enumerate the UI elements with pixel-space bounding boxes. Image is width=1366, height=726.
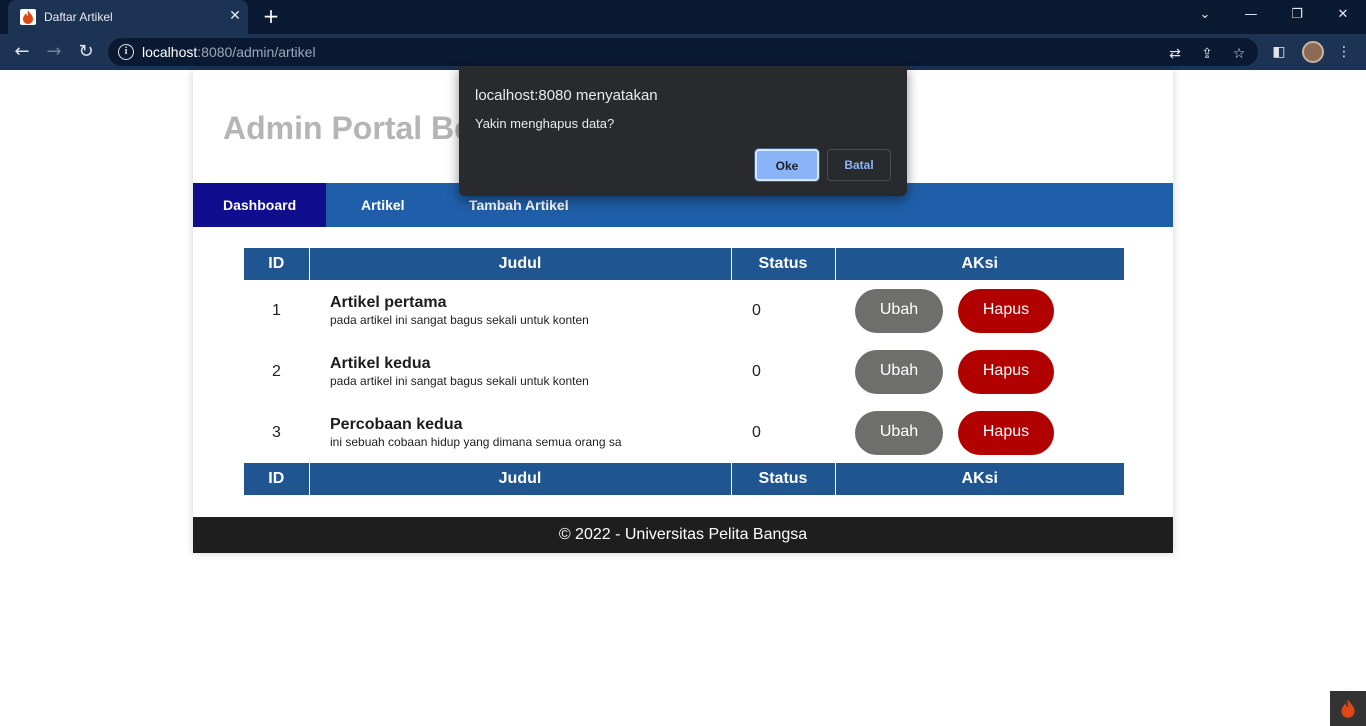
- row-actions: Ubah Hapus: [835, 280, 1124, 341]
- row-status: 0: [752, 423, 761, 441]
- share-icon[interactable]: ⇪: [1198, 45, 1216, 63]
- translate-icon[interactable]: ⇄: [1166, 45, 1184, 63]
- table-row: 2 Artikel kedua pada artikel ini sangat …: [244, 341, 1124, 402]
- row-id: 1: [272, 301, 281, 319]
- ubah-button[interactable]: Ubah: [855, 349, 943, 394]
- confirm-dialog: localhost:8080 menyatakan Yakin menghapu…: [459, 66, 907, 196]
- url-text: localhost:8080/admin/artikel: [142, 44, 316, 60]
- row-status: 0: [752, 362, 761, 380]
- side-panel-icon[interactable]: ◧: [1270, 43, 1288, 61]
- reload-button[interactable]: ↻: [74, 40, 98, 64]
- header-status: Status: [731, 248, 836, 280]
- row-actions: Ubah Hapus: [835, 341, 1124, 402]
- hapus-button[interactable]: Hapus: [958, 288, 1054, 333]
- bookmark-star-icon[interactable]: ☆: [1230, 45, 1248, 63]
- close-window-button[interactable]: ✕: [1320, 0, 1366, 30]
- article-desc: pada artikel ini sangat bagus sekali unt…: [330, 374, 589, 388]
- table-row: 3 Percobaan kedua ini sebuah cobaan hidu…: [244, 402, 1124, 463]
- article-desc: ini sebuah cobaan hidup yang dimana semu…: [330, 435, 622, 449]
- browser-menu-icon[interactable]: ⋮: [1335, 43, 1353, 61]
- header-aksi: AKsi: [835, 248, 1124, 280]
- hapus-button[interactable]: Hapus: [958, 410, 1054, 455]
- ubah-button[interactable]: Ubah: [855, 288, 943, 333]
- article-title: Artikel kedua: [330, 355, 431, 372]
- dialog-message: Yakin menghapus data?: [475, 116, 615, 131]
- header-judul: Judul: [309, 248, 732, 280]
- article-title: Artikel pertama: [330, 294, 447, 311]
- row-id: 2: [272, 362, 281, 380]
- new-tab-button[interactable]: +: [260, 5, 282, 27]
- tab-close-icon[interactable]: ✕: [226, 7, 244, 25]
- header-id: ID: [244, 248, 310, 280]
- site-footer: © 2022 - Universitas Pelita Bangsa: [193, 517, 1173, 553]
- footer-header-status: Status: [731, 463, 836, 495]
- table-footer-row: ID Judul Status AKsi: [244, 463, 1124, 495]
- restore-button[interactable]: ❐: [1274, 0, 1320, 30]
- row-actions: Ubah Hapus: [835, 402, 1124, 463]
- site-info-icon[interactable]: i: [118, 44, 134, 60]
- article-table: ID Judul Status AKsi 1 Artikel pertama p…: [244, 248, 1124, 495]
- row-id: 3: [272, 423, 281, 441]
- browser-tab-bar: Daftar Artikel ✕ + ⌄ — ❐ ✕: [0, 0, 1366, 34]
- tab-title: Daftar Artikel: [44, 10, 113, 24]
- row-judul: Artikel kedua pada artikel ini sangat ba…: [309, 341, 731, 402]
- footer-header-aksi: AKsi: [835, 463, 1124, 495]
- dialog-cancel-button[interactable]: Batal: [827, 149, 891, 181]
- profile-avatar[interactable]: [1302, 41, 1324, 63]
- address-bar[interactable]: i localhost:8080/admin/artikel ⇄ ⇪ ☆: [108, 38, 1258, 66]
- tab-search-icon[interactable]: ⌄: [1182, 0, 1228, 30]
- back-button[interactable]: ←: [10, 40, 34, 64]
- row-judul: Percobaan kedua ini sebuah cobaan hidup …: [309, 402, 731, 463]
- nav-artikel[interactable]: Artikel: [331, 183, 435, 227]
- row-status: 0: [752, 301, 761, 319]
- ubah-button[interactable]: Ubah: [855, 410, 943, 455]
- hapus-button[interactable]: Hapus: [958, 349, 1054, 394]
- footer-header-judul: Judul: [309, 463, 732, 495]
- codeigniter-favicon-icon: [20, 9, 36, 25]
- nav-dashboard[interactable]: Dashboard: [193, 183, 326, 227]
- table-row: 1 Artikel pertama pada artikel ini sanga…: [244, 280, 1124, 341]
- browser-toolbar: ← → ↻ i localhost:8080/admin/artikel ⇄ ⇪…: [0, 34, 1366, 70]
- article-title: Percobaan kedua: [330, 416, 463, 433]
- forward-button[interactable]: →: [42, 40, 66, 64]
- minimize-button[interactable]: —: [1228, 0, 1274, 30]
- debug-toolbar-icon[interactable]: [1330, 691, 1366, 726]
- row-judul: Artikel pertama pada artikel ini sangat …: [309, 280, 731, 341]
- footer-header-id: ID: [244, 463, 310, 495]
- dialog-title: localhost:8080 menyatakan: [475, 87, 658, 104]
- url-host: localhost: [142, 44, 198, 60]
- article-desc: pada artikel ini sangat bagus sekali unt…: [330, 313, 589, 327]
- table-header-row: ID Judul Status AKsi: [244, 248, 1124, 280]
- dialog-ok-button[interactable]: Oke: [755, 149, 819, 181]
- url-path: :8080/admin/artikel: [197, 44, 316, 60]
- browser-tab[interactable]: Daftar Artikel ✕: [8, 0, 248, 34]
